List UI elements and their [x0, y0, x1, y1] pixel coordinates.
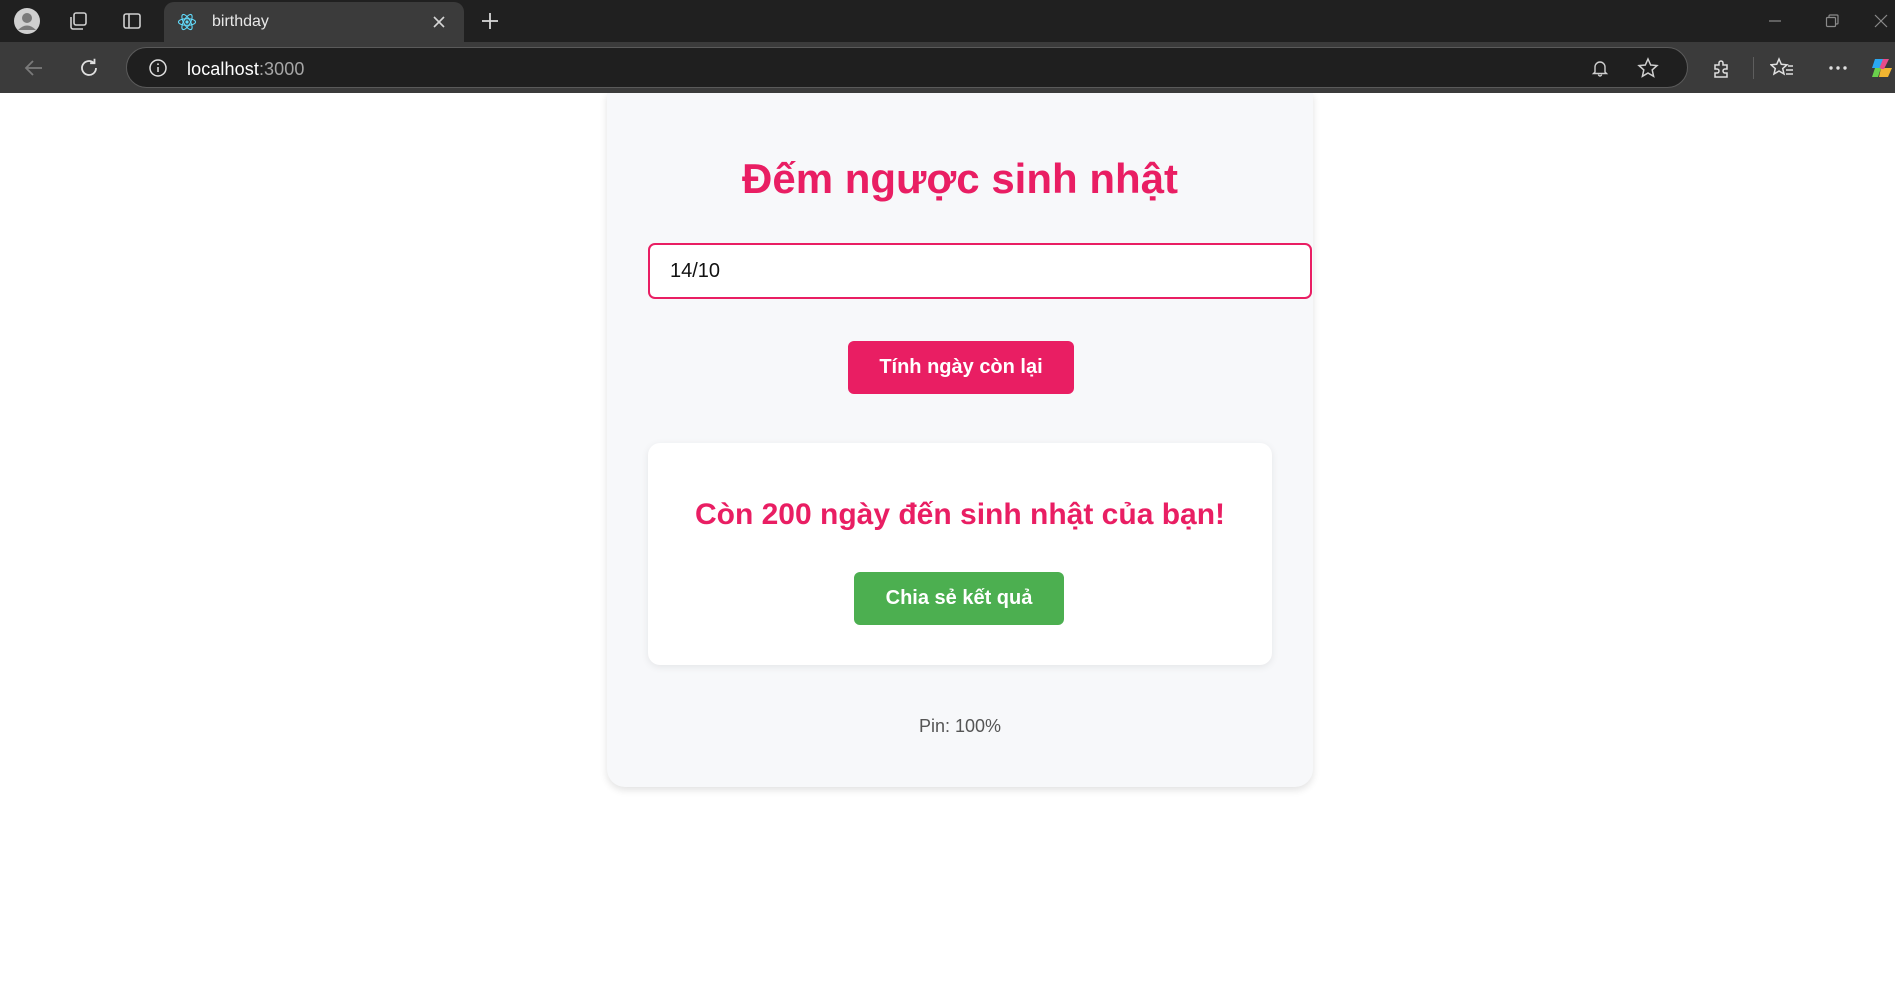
star-icon[interactable] [1637, 57, 1659, 79]
page-title: Đếm ngược sinh nhật [742, 155, 1178, 202]
birthday-date-input[interactable] [648, 243, 1312, 299]
browser-titlebar: birthday [0, 0, 1895, 42]
react-favicon [176, 11, 198, 33]
copilot-icon[interactable] [1869, 55, 1895, 81]
reload-icon[interactable] [73, 52, 105, 84]
plus-icon[interactable] [476, 7, 504, 35]
close-icon[interactable] [428, 11, 450, 33]
restore-icon[interactable] [1819, 8, 1845, 34]
vertical-tabs-icon[interactable] [118, 7, 146, 35]
profile-icon[interactable] [13, 7, 41, 35]
more-icon[interactable] [1825, 55, 1851, 81]
puzzle-icon[interactable] [1709, 55, 1735, 81]
info-icon[interactable] [147, 57, 169, 79]
share-result-button[interactable]: Chia sẻ kết quả [854, 572, 1064, 625]
toolbar-divider [1753, 57, 1754, 79]
tab-title: birthday [212, 13, 269, 30]
battery-status: Pin: 100% [607, 716, 1313, 737]
calculate-button[interactable]: Tính ngày còn lại [848, 341, 1074, 394]
back-arrow-icon[interactable] [18, 52, 50, 84]
favorites-icon[interactable] [1769, 55, 1795, 81]
result-panel: Còn 200 ngày đến sinh nhật của bạn! Chia… [648, 443, 1272, 665]
url-text[interactable]: localhost:3000 [187, 59, 305, 80]
result-message: Còn 200 ngày đến sinh nhật của bạn! [694, 498, 1226, 531]
battery-label: Pin: [918, 716, 950, 736]
battery-value: 100% [955, 716, 1002, 736]
close-window-icon[interactable] [1868, 8, 1894, 34]
browser-toolbar: localhost:3000 [0, 42, 1895, 93]
browser-tab-birthday[interactable]: birthday [164, 2, 464, 42]
countdown-card: Đếm ngược sinh nhật Tính ngày còn lại Cò… [607, 93, 1313, 787]
page-viewport: Đếm ngược sinh nhật Tính ngày còn lại Cò… [4, 93, 1895, 1007]
url-port: :3000 [258, 59, 305, 79]
workspaces-icon[interactable] [64, 7, 92, 35]
address-bar[interactable]: localhost:3000 [126, 47, 1688, 88]
url-host: localhost [187, 59, 259, 79]
minimize-icon[interactable] [1762, 8, 1788, 34]
bell-icon[interactable] [1589, 57, 1611, 79]
